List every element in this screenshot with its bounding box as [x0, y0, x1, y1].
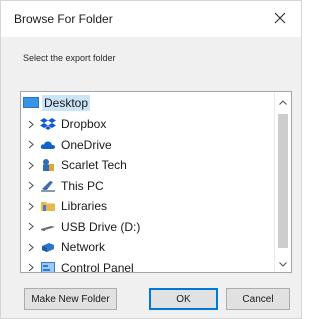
folder-icon [40, 199, 56, 213]
chevron-right-icon[interactable] [25, 241, 37, 253]
chevron-right-icon[interactable] [25, 139, 37, 151]
tree-item-network[interactable]: Network [21, 237, 276, 258]
tree-item-desktop[interactable]: Desktop [21, 92, 276, 114]
network-icon [40, 240, 56, 254]
user-icon [40, 158, 56, 172]
tree-item-label: Scarlet Tech [61, 158, 127, 173]
tree-item-label: Libraries [61, 199, 108, 214]
chevron-up-icon [279, 99, 287, 105]
title-bar: Browse For Folder [1, 1, 301, 37]
scroll-up-button[interactable] [275, 94, 291, 110]
tree-item-label: Control Panel [61, 260, 134, 273]
usb-drive-icon [40, 220, 56, 234]
chevron-right-icon[interactable] [25, 262, 37, 272]
chevron-right-icon[interactable] [25, 180, 37, 192]
browse-folder-dialog: Browse For Folder Select the export fold… [0, 0, 302, 319]
tree-item-onedrive[interactable]: OneDrive [21, 135, 276, 156]
scroll-down-button[interactable] [275, 256, 291, 272]
cancel-button[interactable]: Cancel [226, 288, 290, 310]
computer-icon [40, 179, 56, 193]
tree-item-label: Network [61, 240, 106, 255]
cloud-icon [40, 138, 56, 152]
folder-tree[interactable]: Desktop Dropbox OneDrive Scarlet Tech Th… [20, 91, 292, 273]
chevron-down-icon [279, 261, 287, 267]
tree-item-usb-drive[interactable]: USB Drive (D:) [21, 217, 276, 238]
tree-item-control-panel[interactable]: Control Panel [21, 258, 276, 273]
vertical-scrollbar[interactable] [274, 92, 291, 272]
dialog-title: Browse For Folder [14, 12, 113, 26]
instruction-text: Select the export folder [23, 53, 116, 63]
chevron-right-icon[interactable] [25, 200, 37, 212]
tree-rows: Desktop Dropbox OneDrive Scarlet Tech Th… [21, 92, 276, 273]
close-button[interactable] [269, 7, 291, 29]
desktop-icon [23, 96, 39, 110]
tree-item-libraries[interactable]: Libraries [21, 196, 276, 217]
tree-item-label: Desktop [42, 95, 91, 111]
close-icon [274, 12, 286, 24]
chevron-right-icon[interactable] [25, 118, 37, 130]
dropbox-icon [40, 117, 56, 131]
tree-item-label: USB Drive (D:) [61, 219, 141, 234]
tree-item-label: OneDrive [61, 137, 112, 152]
ok-button[interactable]: OK [149, 288, 218, 310]
tree-item-label: This PC [61, 178, 104, 193]
tree-item-scarlet-tech[interactable]: Scarlet Tech [21, 155, 276, 176]
make-new-folder-button[interactable]: Make New Folder [24, 288, 117, 310]
chevron-right-icon[interactable] [25, 159, 37, 171]
tree-item-dropbox[interactable]: Dropbox [21, 114, 276, 135]
control-panel-icon [40, 261, 56, 272]
tree-item-label: Dropbox [61, 117, 107, 132]
scrollbar-thumb[interactable] [278, 114, 288, 248]
chevron-right-icon[interactable] [25, 221, 37, 233]
tree-item-this-pc[interactable]: This PC [21, 176, 276, 197]
